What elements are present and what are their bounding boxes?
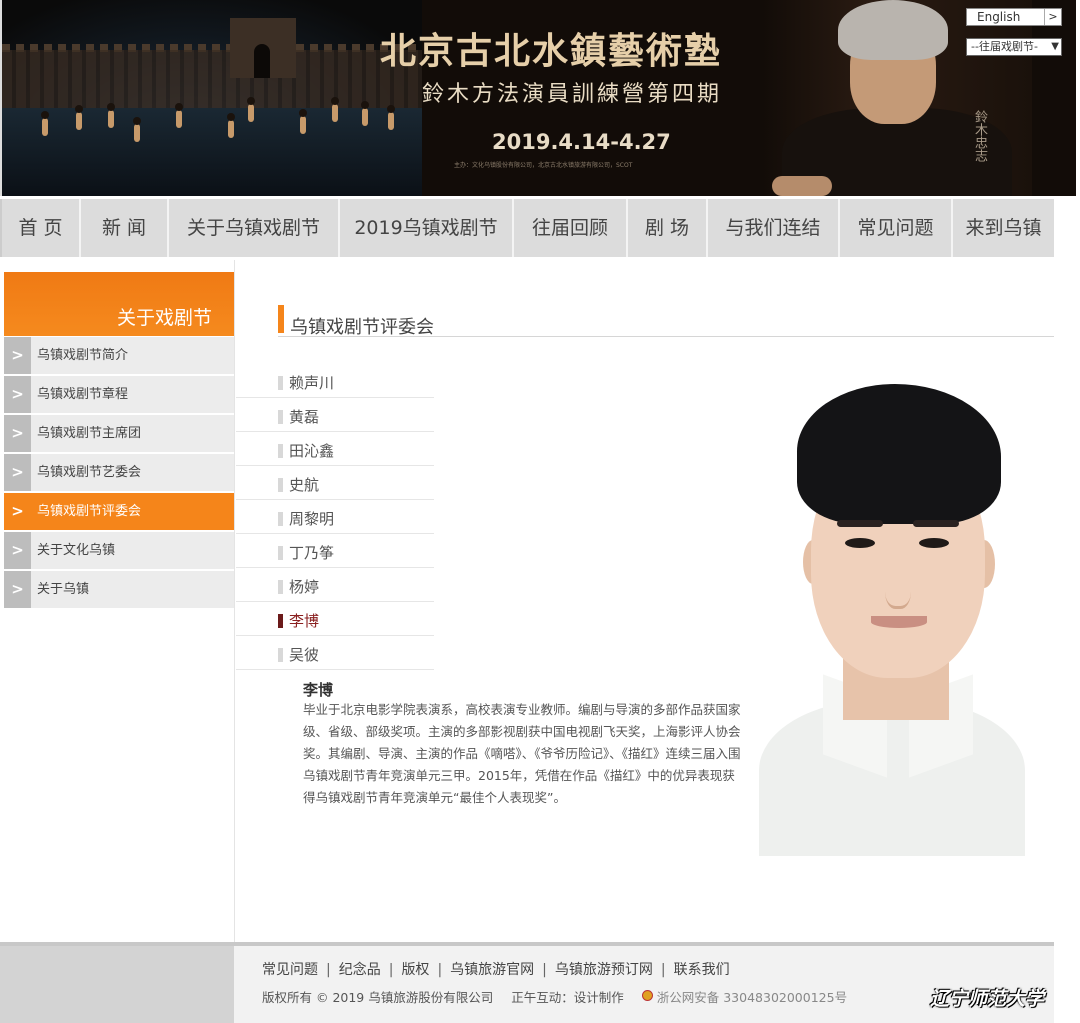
- jury-item[interactable]: 吴彼: [236, 637, 434, 670]
- jury-item-selected[interactable]: 李博: [236, 603, 434, 636]
- section-accent-bar: [278, 305, 284, 333]
- header-banner: 北京古北水鎮藝術塾 鈴木方法演員訓練營第四期 2019.4.14-4.27 主办…: [0, 0, 1076, 196]
- police-badge-icon: [641, 990, 653, 1001]
- bio-text: 毕业于北京电影学院表演系，高校表演专业教师。编剧与导演的多部作品获国家级、省级、…: [303, 702, 741, 805]
- stage-photo: [2, 0, 422, 196]
- footer-left-panel: [0, 946, 234, 1023]
- language-label: English: [977, 10, 1021, 24]
- sidebar-menu: > 乌镇戏剧节简介 > 乌镇戏剧节章程 > 乌镇戏剧节主席团 > 乌镇戏剧节艺委…: [4, 337, 234, 610]
- footer-link-official-site[interactable]: 乌镇旅游官网: [450, 962, 534, 978]
- chevron-right-icon: >: [4, 571, 31, 608]
- jury-name: 吴彼: [289, 646, 320, 664]
- jury-item[interactable]: 黄磊: [236, 399, 434, 432]
- sidebar-heading: 关于戏剧节: [4, 272, 234, 336]
- watermark: 辽宁师范大学: [930, 988, 1045, 1010]
- banner-subtitle: 鈴木方法演員訓練營第四期: [422, 82, 723, 107]
- footer-link-contact[interactable]: 联系我们: [674, 962, 730, 978]
- jury-name: 田沁鑫: [289, 442, 335, 460]
- jury-list: 赖声川 黄磊 田沁鑫 史航 周黎明 丁乃筝 杨婷 李博 吴彼: [236, 365, 434, 671]
- sidebar-item-label: 乌镇戏剧节简介: [37, 348, 129, 363]
- chevron-right-icon: >: [1044, 9, 1061, 25]
- nav-theaters[interactable]: 剧 场: [628, 199, 708, 257]
- nav-past-review[interactable]: 往届回顾: [514, 199, 628, 257]
- footer-link-faq[interactable]: 常见问题: [262, 962, 318, 978]
- footer-links: 常见问题 | 纪念品 | 版权 | 乌镇旅游官网 | 乌镇旅游预订网 | 联系我们: [262, 962, 730, 978]
- sidebar-item-label: 关于乌镇: [37, 582, 90, 597]
- past-festival-select[interactable]: --往届戏剧节- ▼: [966, 38, 1062, 56]
- chevron-right-icon: >: [4, 532, 31, 569]
- nav-2019-festival[interactable]: 2019乌镇戏剧节: [340, 199, 514, 257]
- police-record[interactable]: 浙公网安备 33048302000125号: [657, 990, 847, 1005]
- chevron-right-icon: >: [4, 337, 31, 374]
- nav-news[interactable]: 新 闻: [81, 199, 169, 257]
- jury-item[interactable]: 史航: [236, 467, 434, 500]
- jury-item[interactable]: 杨婷: [236, 569, 434, 602]
- bullet-marker: [278, 546, 283, 560]
- bullet-marker: [278, 478, 283, 492]
- bullet-marker: [278, 512, 283, 526]
- bio-name: 李博: [303, 681, 334, 699]
- sidebar-item-charter[interactable]: > 乌镇戏剧节章程: [4, 376, 234, 413]
- jury-name: 史航: [289, 476, 320, 494]
- footer-link-booking[interactable]: 乌镇旅游预订网: [555, 962, 653, 978]
- banner-date: 2019.4.14-4.27: [492, 130, 671, 154]
- banner-organizers: 主办：文化乌镇股份有限公司，北京古北水镇旅游有限公司，SCOT: [454, 162, 633, 169]
- copyright-text: 版权所有 © 2019 乌镇旅游股份有限公司: [262, 990, 494, 1005]
- chevron-right-icon: >: [4, 376, 31, 413]
- main-nav: 首 页 新 闻 关于乌镇戏剧节 2019乌镇戏剧节 往届回顾 剧 场 与我们连结…: [0, 199, 1054, 257]
- nav-connect[interactable]: 与我们连结: [708, 199, 840, 257]
- sidebar-item-jury[interactable]: > 乌镇戏剧节评委会: [4, 493, 234, 530]
- section-underline: [278, 336, 1054, 337]
- banner-title: 北京古北水鎮藝術塾: [380, 30, 723, 72]
- jury-name: 黄磊: [289, 408, 320, 426]
- design-credit[interactable]: 正午互动：设计制作: [511, 990, 624, 1005]
- nav-about-festival[interactable]: 关于乌镇戏剧节: [169, 199, 340, 257]
- jury-item[interactable]: 赖声川: [236, 365, 434, 398]
- chevron-right-icon: >: [4, 454, 31, 491]
- content-divider: [234, 260, 235, 942]
- nav-visit-wuzhen[interactable]: 来到乌镇: [953, 199, 1054, 257]
- bullet-marker: [278, 580, 283, 594]
- sidebar-item-label: 关于文化乌镇: [37, 543, 116, 558]
- bullet-marker: [278, 648, 283, 662]
- jury-name: 丁乃筝: [289, 544, 335, 562]
- bullet-marker: [278, 444, 283, 458]
- sidebar-item-about-wuzhen[interactable]: > 关于乌镇: [4, 571, 234, 608]
- jury-name: 李博: [289, 612, 320, 630]
- chevron-right-icon: >: [4, 415, 31, 452]
- sidebar-item-art-committee[interactable]: > 乌镇戏剧节艺委会: [4, 454, 234, 491]
- bullet-marker: [278, 376, 283, 390]
- sidebar-item-cultural-wuzhen[interactable]: > 关于文化乌镇: [4, 532, 234, 569]
- copyright-line: 版权所有 © 2019 乌镇旅游股份有限公司 正午互动：设计制作 浙公网安备 330…: [262, 987, 847, 1006]
- nav-home[interactable]: 首 页: [2, 199, 81, 257]
- sidebar-item-label: 乌镇戏剧节主席团: [37, 426, 142, 441]
- sidebar-item-label: 乌镇戏剧节章程: [37, 387, 129, 402]
- dropdown-caret-icon: ▼: [1051, 41, 1059, 52]
- director-portrait: 鈴木忠志: [762, 0, 1032, 196]
- jury-item[interactable]: 周黎明: [236, 501, 434, 534]
- bullet-marker: [278, 614, 283, 628]
- jury-item[interactable]: 田沁鑫: [236, 433, 434, 466]
- sidebar-item-label: 乌镇戏剧节评委会: [37, 504, 142, 519]
- judge-photo: [759, 370, 1025, 856]
- chevron-right-icon: >: [4, 493, 31, 530]
- nav-faq[interactable]: 常见问题: [840, 199, 953, 257]
- english-language-button[interactable]: English >: [966, 8, 1062, 26]
- jury-name: 杨婷: [289, 578, 320, 596]
- footer-link-copyright[interactable]: 版权: [401, 962, 429, 978]
- jury-name: 周黎明: [289, 510, 335, 528]
- sidebar-item-intro[interactable]: > 乌镇戏剧节简介: [4, 337, 234, 374]
- footer-link-souvenirs[interactable]: 纪念品: [339, 962, 381, 978]
- jury-item[interactable]: 丁乃筝: [236, 535, 434, 568]
- bullet-marker: [278, 410, 283, 424]
- jury-name: 赖声川: [289, 374, 335, 392]
- past-festival-value: --往届戏剧节-: [971, 40, 1038, 53]
- portrait-signature: 鈴木忠志: [972, 110, 987, 162]
- sidebar-item-presidium[interactable]: > 乌镇戏剧节主席团: [4, 415, 234, 452]
- sidebar-item-label: 乌镇戏剧节艺委会: [37, 465, 142, 480]
- sidebar-heading-label: 关于戏剧节: [116, 307, 212, 329]
